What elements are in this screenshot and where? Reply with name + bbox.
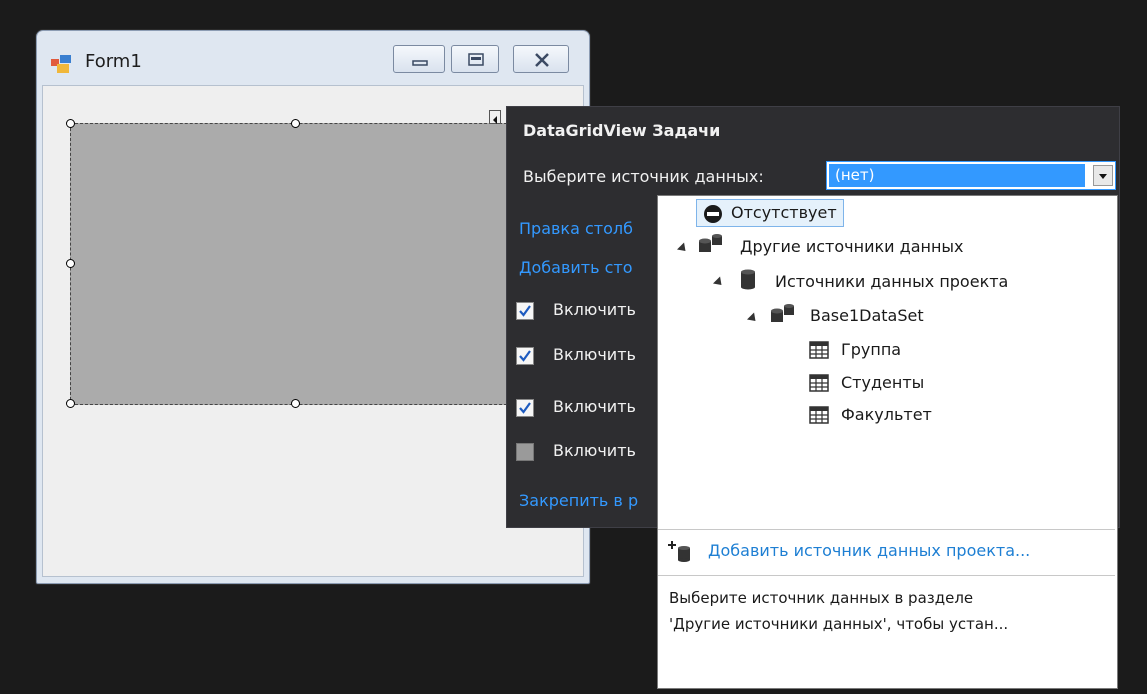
enable-reordering-label: Включить — [553, 441, 636, 460]
tree-node-other-sources[interactable]: Другие источники данных — [740, 237, 964, 256]
tree-node-none-label: Отсутствует — [731, 203, 837, 222]
datasource-tree: Отсутствует Другие источники данных Исто… — [658, 196, 1115, 529]
dock-in-parent-link[interactable]: Закрепить в р — [519, 491, 638, 510]
hint-text: Выберите источник данных в разделе 'Друг… — [669, 585, 1109, 637]
form-title: Form1 — [85, 51, 142, 72]
combobox-dropdown-button[interactable] — [1093, 165, 1113, 186]
tree-node-dataset[interactable]: Base1DataSet — [810, 306, 924, 325]
tree-node-table[interactable]: Группа — [841, 340, 901, 359]
enable-deleting-label: Включить — [553, 397, 636, 416]
edit-columns-link[interactable]: Правка столб — [519, 219, 633, 238]
resize-handle-top-left[interactable] — [66, 119, 75, 128]
datasource-dropdown: Отсутствует Другие источники данных Исто… — [657, 195, 1118, 689]
add-column-link[interactable]: Добавить сто — [519, 258, 633, 277]
smart-tag-button[interactable] — [489, 110, 501, 124]
close-icon — [535, 53, 549, 67]
minimize-button[interactable] — [393, 45, 445, 73]
hint-line: Выберите источник данных в разделе — [669, 589, 974, 607]
form-client-area[interactable] — [42, 85, 584, 577]
datagridview-control[interactable] — [70, 123, 542, 405]
smart-tag-arrow-icon — [493, 116, 497, 124]
add-database-icon — [668, 541, 690, 562]
add-project-datasource-link[interactable]: Добавить источник данных проекта... — [708, 541, 1030, 560]
enable-adding-checkbox[interactable] — [516, 302, 534, 320]
resize-handle-top[interactable] — [291, 119, 300, 128]
resize-handle-left[interactable] — [66, 259, 75, 268]
table-icon — [809, 406, 829, 424]
form-titlebar[interactable]: Form1 — [37, 31, 589, 85]
table-icon — [809, 374, 829, 392]
enable-editing-checkbox[interactable] — [516, 347, 534, 365]
resize-handle-bottom[interactable] — [291, 399, 300, 408]
checkmark-icon — [519, 305, 531, 317]
checkmark-icon — [519, 350, 531, 362]
dataset-icon — [771, 304, 794, 322]
chevron-down-icon — [1099, 174, 1107, 179]
database-group-icon — [699, 234, 722, 252]
datasource-selected-value: (нет) — [829, 164, 1085, 187]
hint-line: 'Другие источники данных', чтобы устан..… — [669, 615, 1009, 633]
enable-adding-label: Включить — [553, 300, 636, 319]
datasource-combobox[interactable]: (нет) — [826, 161, 1116, 190]
datasource-label: Выберите источник данных: — [523, 167, 764, 186]
tree-node-table[interactable]: Студенты — [841, 373, 924, 392]
divider — [658, 575, 1115, 576]
enable-reordering-checkbox[interactable] — [516, 443, 534, 461]
expand-arrow-icon[interactable] — [676, 242, 690, 255]
form-icon — [51, 55, 71, 73]
tree-node-table[interactable]: Факультет — [841, 405, 932, 424]
add-datasource-row[interactable]: Добавить источник данных проекта... — [658, 530, 1115, 574]
checkmark-icon — [519, 402, 531, 414]
close-button[interactable] — [513, 45, 569, 73]
tree-node-none[interactable]: Отсутствует — [696, 199, 844, 227]
maximize-icon — [468, 53, 484, 66]
database-icon — [741, 269, 755, 290]
resize-handle-bottom-left[interactable] — [66, 399, 75, 408]
table-icon — [809, 341, 829, 359]
maximize-button[interactable] — [451, 45, 499, 73]
enable-deleting-checkbox[interactable] — [516, 399, 534, 417]
enable-editing-label: Включить — [553, 345, 636, 364]
no-entry-icon — [704, 205, 722, 223]
tasks-panel-title: DataGridView Задачи — [523, 121, 721, 140]
tree-node-project-sources[interactable]: Источники данных проекта — [775, 272, 1008, 291]
expand-arrow-icon[interactable] — [746, 312, 760, 325]
minimize-icon — [412, 60, 428, 66]
expand-arrow-icon[interactable] — [712, 276, 726, 289]
